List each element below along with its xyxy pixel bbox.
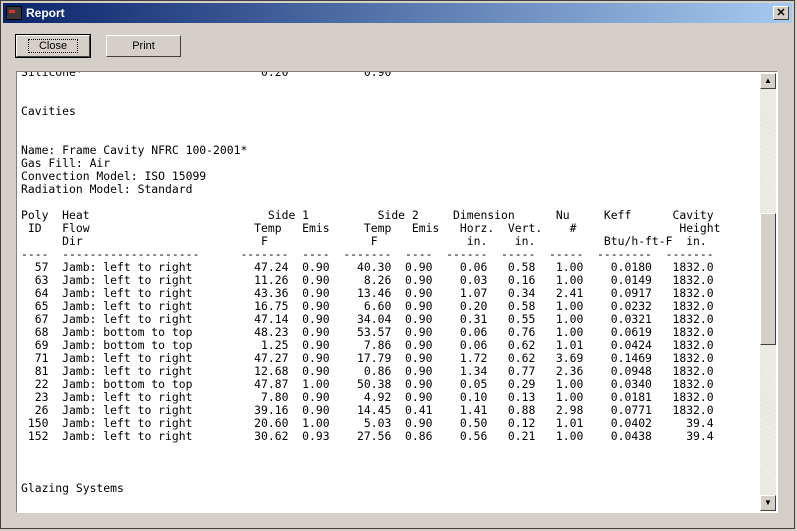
report-line: 150 Jamb: left to right 20.60 1.00 5.03 … (27, 416, 714, 430)
report-line: 64 Jamb: left to right 43.36 0.90 13.46 … (34, 286, 714, 300)
print-button[interactable]: Print (106, 35, 181, 57)
window-close-icon[interactable]: ✕ (773, 6, 789, 20)
report-line: ---- -------------------- ------- ---- -… (21, 247, 714, 261)
app-icon (6, 6, 22, 20)
report-line: 71 Jamb: left to right 47.27 0.90 17.79 … (34, 351, 714, 365)
report-content: Silicone* 0.20 0.90 Cavities Name: Frame… (21, 71, 757, 512)
report-line: 65 Jamb: left to right 16.75 0.90 6.60 0… (34, 299, 714, 313)
report-line: 63 Jamb: left to right 11.26 0.90 8.26 0… (34, 273, 714, 287)
close-button[interactable]: Close (15, 34, 91, 58)
report-line: 57 Jamb: left to right 47.24 0.90 40.30 … (34, 260, 714, 274)
report-line: Dir F F in. in. Btu/h-ft-F in. (62, 234, 707, 248)
report-line: 68 Jamb: bottom to top 48.23 0.90 53.57 … (34, 325, 714, 339)
report-line: Poly Heat Side 1 Side 2 Dimension Nu Kef… (21, 208, 714, 222)
report-line: Convection Model: ISO 15099 (21, 169, 207, 183)
vertical-scrollbar[interactable]: ▲ ▼ (760, 73, 776, 511)
title-bar[interactable]: Report ✕ (3, 3, 792, 23)
report-line: Radiation Model: Standard (21, 182, 193, 196)
report-line: 22 Jamb: bottom to top 47.87 1.00 50.38 … (34, 377, 714, 391)
report-text-area[interactable]: Silicone* 0.20 0.90 Cavities Name: Frame… (16, 71, 778, 513)
scroll-up-icon[interactable]: ▲ (760, 73, 776, 89)
report-line: 67 Jamb: left to right 47.14 0.90 34.04 … (34, 312, 714, 326)
report-window: Report ✕ Close Print Silicone* 0.20 0.90… (0, 0, 795, 529)
report-line: Gas Fill: Air (21, 156, 111, 170)
report-line: 152 Jamb: left to right 30.62 0.93 27.56… (27, 429, 714, 443)
window-title: Report (26, 6, 65, 20)
report-line: Name: Frame Cavity NFRC 100-2001* (21, 143, 248, 157)
report-line: 26 Jamb: left to right 39.16 0.90 14.45 … (34, 403, 714, 417)
scroll-thumb[interactable] (760, 213, 776, 346)
scroll-down-icon[interactable]: ▼ (760, 495, 776, 511)
close-button-label: Close (27, 39, 79, 53)
report-line: Cavities (21, 104, 76, 118)
report-line: 69 Jamb: bottom to top 1.25 0.90 7.86 0.… (34, 338, 714, 352)
report-line: Glazing Systems (21, 481, 124, 495)
report-line: Silicone* 0.20 0.90 (21, 71, 392, 79)
report-line: 81 Jamb: left to right 12.68 0.90 0.86 0… (34, 364, 714, 378)
report-line: ID Flow Temp Emis Temp Emis Horz. Vert. … (27, 221, 721, 235)
report-line: 23 Jamb: left to right 7.80 0.90 4.92 0.… (34, 390, 714, 404)
